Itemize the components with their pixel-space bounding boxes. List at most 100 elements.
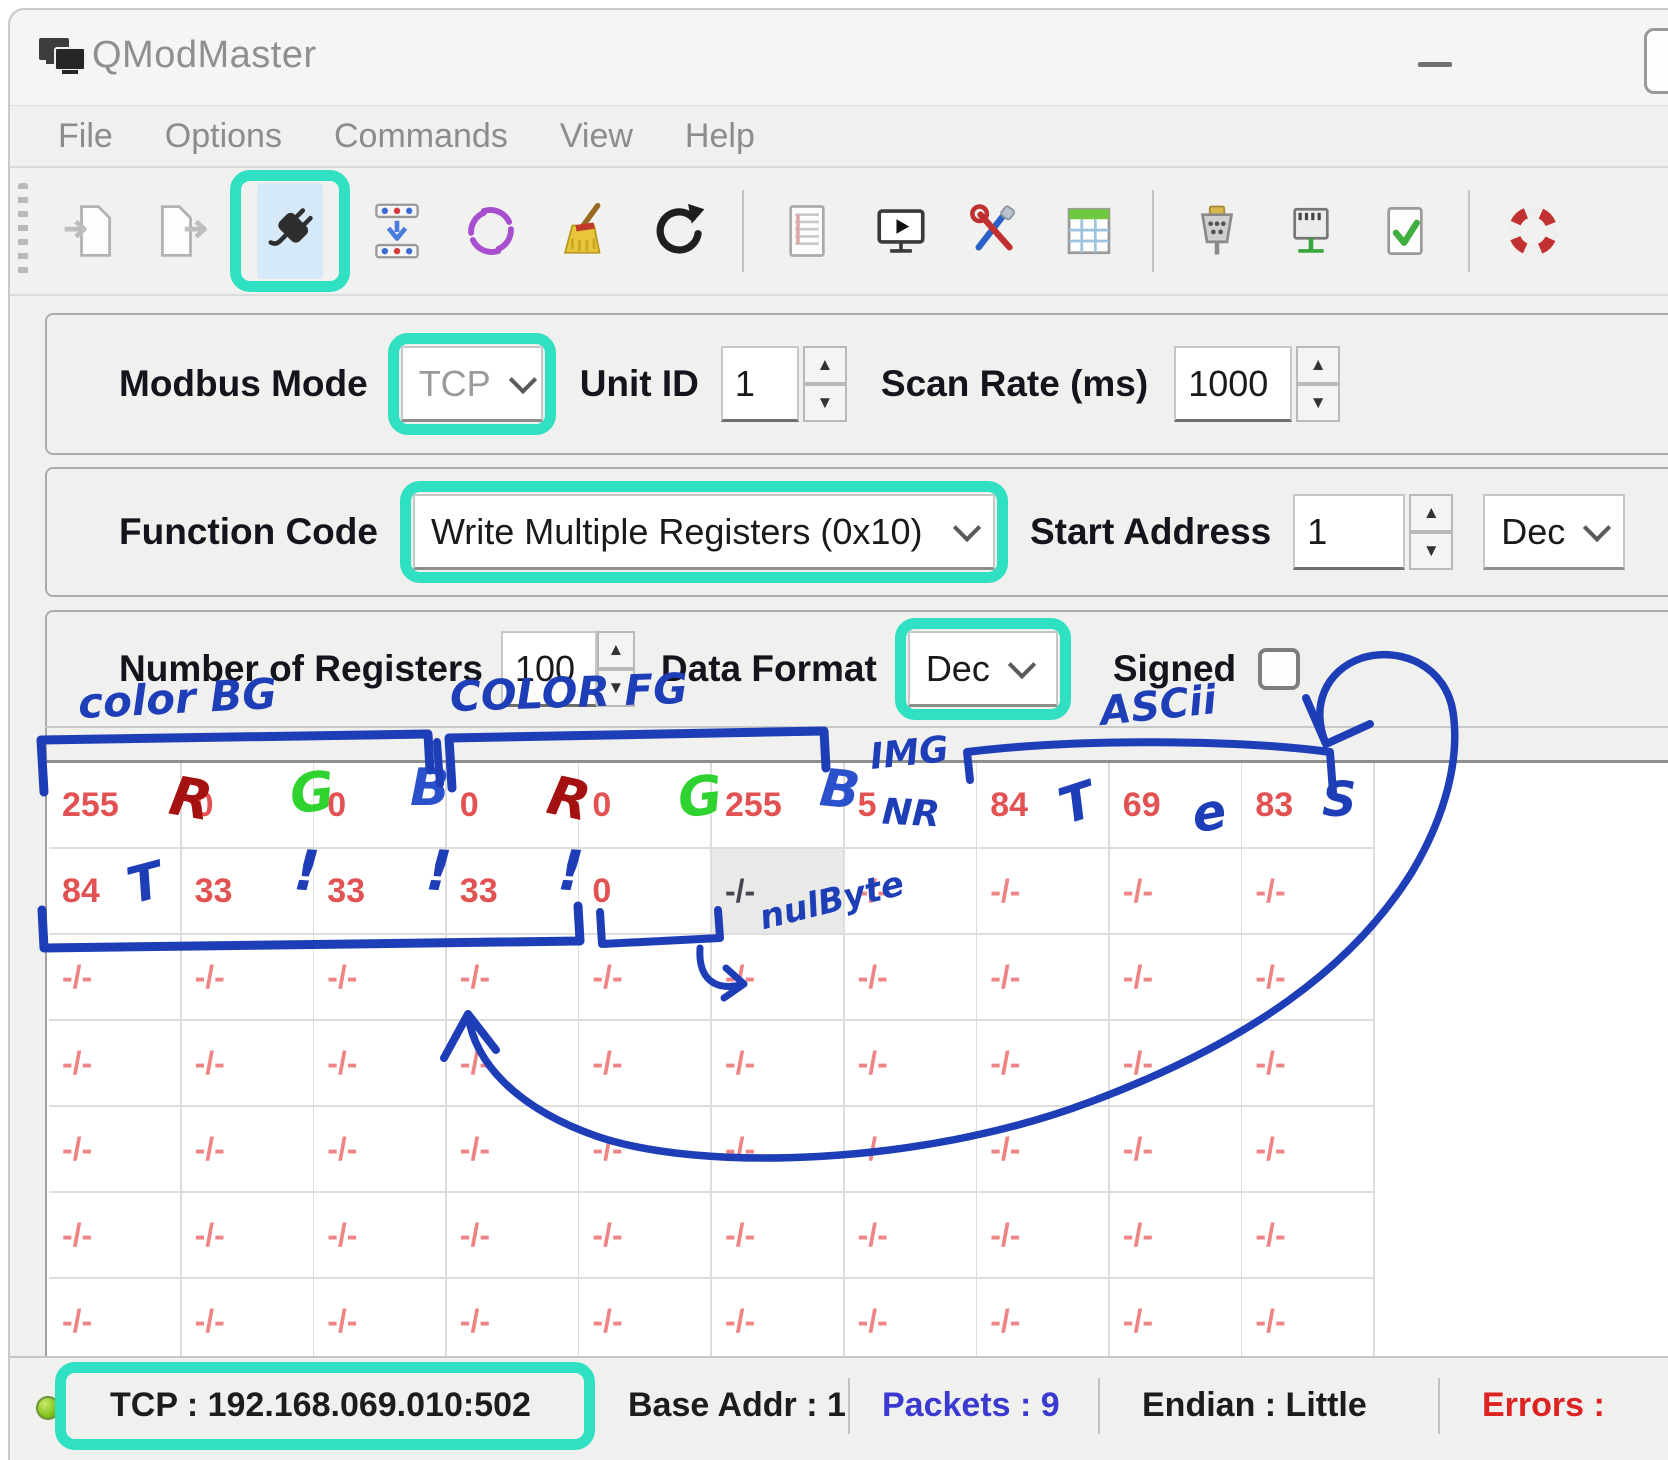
register-cell[interactable]: -/- (1110, 1107, 1243, 1193)
register-cell[interactable]: 0 (447, 763, 580, 849)
register-cell[interactable]: -/- (1242, 1193, 1375, 1279)
register-cell[interactable]: 0 (579, 763, 712, 849)
register-cell[interactable]: -/- (712, 1021, 845, 1107)
register-cell[interactable]: 0 (182, 763, 315, 849)
register-cell[interactable]: -/- (1110, 849, 1243, 935)
register-cell[interactable]: -/- (579, 1279, 712, 1363)
register-cell[interactable]: -/- (1110, 1021, 1243, 1107)
register-cell[interactable]: -/- (447, 1107, 580, 1193)
register-cell[interactable]: -/- (447, 935, 580, 1021)
signed-checkbox[interactable] (1258, 648, 1300, 690)
register-cell[interactable]: -/- (182, 1021, 315, 1107)
number-of-registers-input[interactable]: 100 (501, 631, 597, 707)
register-cell[interactable]: -/- (845, 1107, 978, 1193)
register-cell[interactable]: -/- (712, 849, 845, 935)
register-cell[interactable]: 255 (49, 763, 182, 849)
register-cell[interactable]: 33 (182, 849, 315, 935)
spin-up-button[interactable] (1296, 346, 1340, 384)
register-cell[interactable]: -/- (1110, 1193, 1243, 1279)
register-cell[interactable]: -/- (579, 1021, 712, 1107)
register-cell[interactable]: -/- (579, 1193, 712, 1279)
register-cell[interactable]: -/- (712, 1279, 845, 1363)
menu-options[interactable]: Options (139, 117, 308, 156)
register-cell[interactable]: -/- (314, 1193, 447, 1279)
toolbar-grip[interactable] (18, 183, 28, 279)
scan-loop-icon[interactable] (458, 183, 524, 279)
register-cell[interactable]: -/- (447, 1193, 580, 1279)
register-cell[interactable]: -/- (579, 935, 712, 1021)
function-code-select[interactable]: Write Multiple Registers (0x10) (413, 494, 995, 570)
register-cell[interactable]: -/- (977, 935, 1110, 1021)
load-session-icon[interactable] (56, 183, 122, 279)
menu-help[interactable]: Help (659, 117, 781, 156)
register-cell[interactable]: -/- (182, 1193, 315, 1279)
register-cell[interactable]: -/- (1242, 1021, 1375, 1107)
register-cell[interactable]: 5 (845, 763, 978, 849)
register-cell[interactable]: -/- (182, 935, 315, 1021)
register-cell[interactable]: -/- (1110, 935, 1243, 1021)
log-icon[interactable] (774, 183, 840, 279)
register-cell[interactable]: -/- (712, 935, 845, 1021)
register-cell[interactable]: -/- (314, 1107, 447, 1193)
register-cell[interactable]: -/- (1242, 1279, 1375, 1363)
modbus-mode-select[interactable]: TCP (401, 346, 543, 422)
register-cell[interactable]: -/- (845, 849, 978, 935)
register-cell[interactable]: 84 (49, 849, 182, 935)
reset-counters-icon[interactable] (646, 183, 712, 279)
scan-rate-input[interactable]: 1000 (1174, 346, 1292, 422)
register-cell[interactable]: -/- (977, 849, 1110, 935)
register-cell[interactable]: -/- (49, 935, 182, 1021)
menu-view[interactable]: View (534, 117, 659, 156)
register-cell[interactable]: -/- (977, 1193, 1110, 1279)
register-cell[interactable]: -/- (977, 1279, 1110, 1363)
unit-test-icon[interactable] (1372, 183, 1438, 279)
spin-down-button[interactable] (597, 669, 635, 707)
register-cell[interactable]: -/- (314, 935, 447, 1021)
register-cell[interactable]: -/- (845, 1279, 978, 1363)
register-cell[interactable]: -/- (1242, 849, 1375, 935)
spin-up-button[interactable] (803, 346, 847, 384)
register-cell[interactable]: -/- (1242, 935, 1375, 1021)
register-cell[interactable]: -/- (314, 1279, 447, 1363)
register-cell[interactable]: -/- (447, 1021, 580, 1107)
bus-monitor-icon[interactable] (868, 183, 934, 279)
register-cell[interactable]: -/- (49, 1021, 182, 1107)
register-cell[interactable]: -/- (579, 1107, 712, 1193)
clear-icon[interactable] (552, 183, 618, 279)
register-cell[interactable]: 0 (314, 763, 447, 849)
data-format-select[interactable]: Dec (908, 631, 1058, 707)
register-cell[interactable]: -/- (182, 1107, 315, 1193)
menu-file[interactable]: File (32, 117, 139, 156)
network-settings-icon[interactable] (1278, 183, 1344, 279)
maximize-button[interactable] (1644, 28, 1668, 94)
register-cell[interactable]: -/- (49, 1279, 182, 1363)
spin-down-button[interactable] (1409, 532, 1453, 570)
register-cell[interactable]: -/- (977, 1021, 1110, 1107)
register-cell[interactable]: 255 (712, 763, 845, 849)
about-help-icon[interactable] (1500, 183, 1566, 279)
address-format-select[interactable]: Dec (1483, 494, 1625, 570)
register-cell[interactable]: 83 (1242, 763, 1375, 849)
register-cell[interactable]: -/- (977, 1107, 1110, 1193)
register-cell[interactable]: 33 (447, 849, 580, 935)
start-address-input[interactable]: 1 (1293, 494, 1405, 570)
register-cell[interactable]: -/- (712, 1193, 845, 1279)
read-write-icon[interactable] (364, 183, 430, 279)
register-cell[interactable]: 33 (314, 849, 447, 935)
register-cell[interactable]: -/- (182, 1279, 315, 1363)
unit-id-input[interactable]: 1 (721, 346, 799, 422)
spin-down-button[interactable] (1296, 384, 1340, 422)
settings-tools-icon[interactable] (962, 183, 1028, 279)
register-cell[interactable]: -/- (845, 1193, 978, 1279)
register-cell[interactable]: 0 (579, 849, 712, 935)
register-cell[interactable]: -/- (49, 1107, 182, 1193)
register-cell[interactable]: -/- (314, 1021, 447, 1107)
register-cell[interactable]: -/- (49, 1193, 182, 1279)
register-cell[interactable]: -/- (845, 935, 978, 1021)
register-cell[interactable]: -/- (1110, 1279, 1243, 1363)
register-cell[interactable]: -/- (447, 1279, 580, 1363)
register-cell[interactable]: -/- (712, 1107, 845, 1193)
spin-down-button[interactable] (803, 384, 847, 422)
register-cell[interactable]: -/- (1242, 1107, 1375, 1193)
save-session-icon[interactable] (150, 183, 216, 279)
